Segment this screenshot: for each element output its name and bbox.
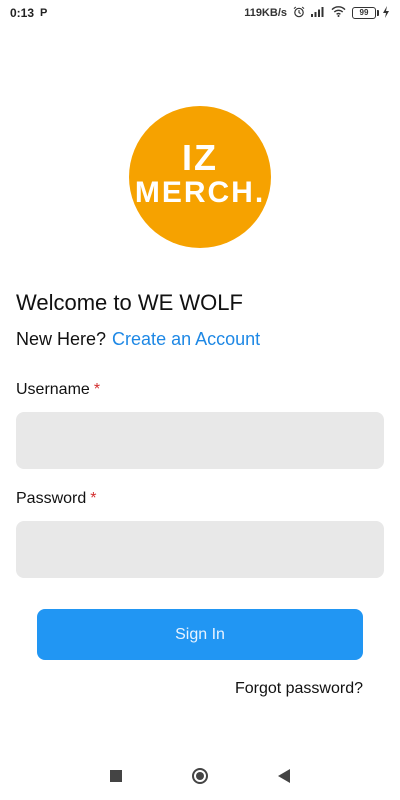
logo-bottom-text: MERCH. [134, 176, 266, 209]
welcome-title: Welcome to WE WOLF [16, 290, 243, 315]
brand-logo: IZ MERCH. [129, 106, 271, 248]
required-asterisk: * [93, 381, 101, 398]
status-right: 119KB/s 99 [244, 5, 390, 21]
sign-in-button[interactable]: Sign In [37, 609, 363, 660]
create-account-link[interactable]: Create an Account [112, 329, 260, 350]
network-speed: 119KB/s [244, 7, 287, 19]
forgot-password-link[interactable]: Forgot password? [235, 680, 363, 698]
back-icon[interactable] [278, 769, 290, 783]
alarm-icon [293, 6, 305, 21]
charging-icon [382, 5, 390, 21]
username-label-text: Username [16, 381, 90, 398]
required-asterisk: * [90, 490, 97, 507]
status-left: 0:13 P [10, 6, 47, 20]
battery-icon: 99 [352, 7, 379, 19]
system-nav-bar [0, 752, 400, 800]
recents-icon[interactable] [110, 770, 122, 782]
password-label: Password * [16, 490, 96, 508]
username-label: Username * [16, 381, 100, 399]
status-bar: 0:13 P 119KB/s 99 [0, 0, 400, 26]
password-label-text: Password [16, 490, 87, 507]
username-input[interactable] [16, 412, 384, 469]
home-icon[interactable] [192, 768, 208, 784]
status-time: 0:13 [10, 6, 35, 20]
new-here-line: New Here? Create an Account [16, 329, 260, 350]
signal-icon [311, 6, 325, 20]
wifi-icon [331, 6, 346, 20]
logo-top-text: IZ [182, 137, 218, 178]
password-input[interactable] [16, 521, 384, 578]
new-here-text: New Here? [16, 329, 107, 349]
app-indicator-icon: P [40, 7, 48, 19]
